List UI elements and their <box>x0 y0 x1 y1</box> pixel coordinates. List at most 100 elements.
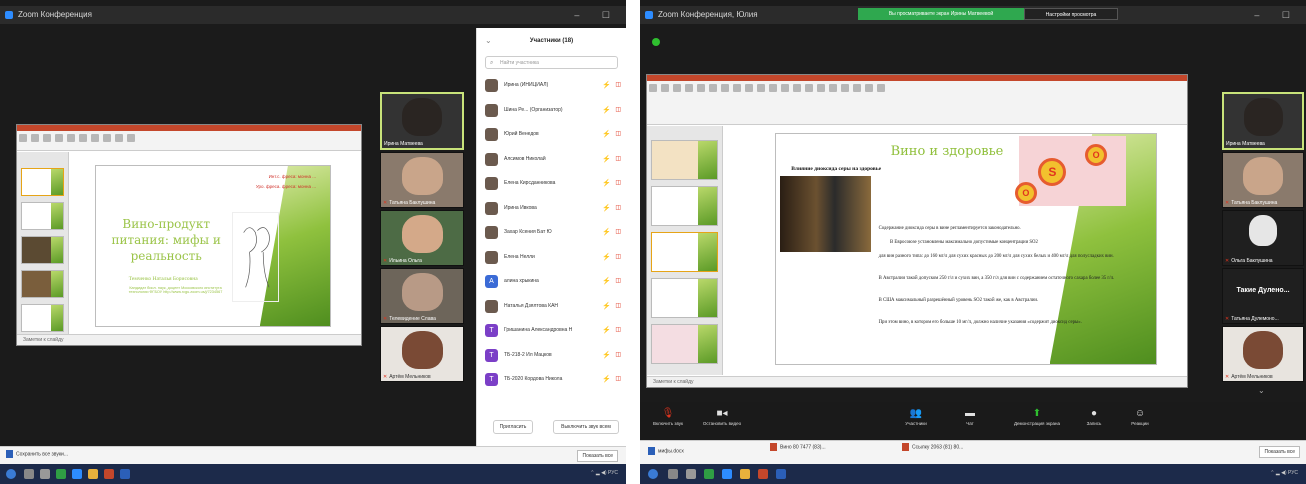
video-tile[interactable]: Такие Дулено... ✕ Татьяна Дулемоно... <box>1222 268 1304 324</box>
video-off-icon[interactable]: ◫ <box>615 326 621 333</box>
video-tile[interactable]: ✕ Артём Мельников <box>380 326 464 382</box>
mic-muted-icon[interactable]: ⚡ <box>602 277 611 285</box>
video-off-icon[interactable]: ◫ <box>615 253 621 260</box>
thumbnail[interactable] <box>21 270 64 298</box>
video-off-icon[interactable]: ◫ <box>615 277 621 284</box>
mic-muted-icon[interactable]: ⚡ <box>602 81 611 89</box>
show-all-downloads-button[interactable]: Показать все <box>577 450 618 462</box>
mic-muted-icon[interactable]: ⚡ <box>602 179 611 187</box>
thumbnail[interactable] <box>21 202 64 230</box>
invite-button[interactable]: Пригласить <box>493 420 533 434</box>
search-icon[interactable] <box>24 469 34 479</box>
zoom-icon[interactable] <box>722 469 732 479</box>
mic-muted-icon[interactable]: ⚡ <box>602 351 611 359</box>
ppt-ribbon[interactable] <box>17 131 361 151</box>
video-off-icon[interactable]: ◫ <box>615 179 621 186</box>
participant-row[interactable]: Т ТБ-2020 Кордова Никола ⚡ ◫ <box>477 367 626 392</box>
mic-muted-icon[interactable]: ⚡ <box>602 130 611 138</box>
participant-row[interactable]: Наталья Дзялтова КАН ⚡ ◫ <box>477 294 626 319</box>
video-off-icon[interactable]: ◫ <box>615 106 621 113</box>
participant-row[interactable]: Т ТБ-218-2 Ил Мацков ⚡ ◫ <box>477 343 626 368</box>
powerpoint-icon[interactable] <box>104 469 114 479</box>
thumbnail[interactable] <box>651 140 718 180</box>
participant-row[interactable]: Захар Ксения Бат Ю ⚡ ◫ <box>477 220 626 245</box>
mic-muted-icon[interactable]: ⚡ <box>602 155 611 163</box>
word-icon[interactable] <box>776 469 786 479</box>
window-controls[interactable]: – ☐ <box>1254 6 1300 24</box>
ppt-ribbon[interactable] <box>647 81 1187 125</box>
video-tile[interactable]: ✕ Ольга Баклушина <box>1222 210 1304 266</box>
taskview-icon[interactable] <box>40 469 50 479</box>
video-off-icon[interactable]: ◫ <box>615 204 621 211</box>
mic-muted-icon[interactable]: ⚡ <box>602 106 611 114</box>
record-button[interactable]: ● Запись <box>1070 408 1118 426</box>
thumbnail[interactable] <box>651 278 718 318</box>
video-off-icon[interactable]: ◫ <box>615 375 621 382</box>
security-shield-icon[interactable] <box>652 38 660 46</box>
mic-muted-icon[interactable]: ⚡ <box>602 253 611 261</box>
participants-search-input[interactable]: ⌕ Найти участника <box>485 56 618 69</box>
start-icon[interactable] <box>6 469 16 479</box>
start-icon[interactable] <box>648 469 658 479</box>
thumbnail[interactable] <box>651 186 718 226</box>
slide-thumbnails[interactable] <box>647 126 723 375</box>
mute-all-button[interactable]: Выключить звук всем <box>553 420 619 434</box>
system-tray[interactable]: ⌃ ▂ ◀) РУС <box>1270 470 1298 476</box>
chrome-icon[interactable] <box>704 469 714 479</box>
share-screen-button[interactable]: ⬆ Демонстрация экрана <box>1008 408 1066 426</box>
video-tile[interactable]: Ирина Матвеева <box>380 92 464 150</box>
video-off-icon[interactable]: ◫ <box>615 81 621 88</box>
video-tile[interactable]: ✕ Ильина Ольга <box>380 210 464 266</box>
mic-muted-icon[interactable]: ⚡ <box>602 375 611 383</box>
video-tile[interactable]: ✕ Татьяна Баклушина <box>1222 152 1304 208</box>
window-controls[interactable]: – ☐ <box>574 6 620 24</box>
taskview-icon[interactable] <box>686 469 696 479</box>
search-icon[interactable] <box>668 469 678 479</box>
video-off-icon[interactable]: ◫ <box>615 302 621 309</box>
participant-row[interactable]: Елена Кирсданникова ⚡ ◫ <box>477 171 626 196</box>
video-tile[interactable]: ✕ Татьяна Баклушина <box>380 152 464 208</box>
video-off-icon[interactable]: ◫ <box>615 228 621 235</box>
video-off-icon[interactable]: ◫ <box>615 130 621 137</box>
chat-button[interactable]: ▬ Чат <box>946 408 994 426</box>
mic-muted-icon[interactable]: ⚡ <box>602 228 611 236</box>
thumbnail[interactable] <box>21 304 64 332</box>
view-options-button[interactable]: Настройки просмотра <box>1024 8 1118 20</box>
participant-row[interactable]: Т Гришанина Александровна Н ⚡ ◫ <box>477 318 626 343</box>
reactions-button[interactable]: ☺ Реакции <box>1116 408 1164 426</box>
participant-row[interactable]: Юрий Венедов ⚡ ◫ <box>477 122 626 147</box>
thumbnail[interactable] <box>21 236 64 264</box>
system-tray[interactable]: ⌃ ▂ ◀) РУС <box>590 470 618 476</box>
video-tile[interactable]: ✕ Телевидение Слава <box>380 268 464 324</box>
download-item[interactable]: Вино 80 7477 (83)... <box>770 443 826 451</box>
word-icon[interactable] <box>120 469 130 479</box>
participant-row[interactable]: Ирина (ИНИЦИАЛ) ⚡ ◫ <box>477 73 626 98</box>
download-item[interactable]: мифы.docx <box>648 447 684 455</box>
thumbnail[interactable] <box>651 324 718 364</box>
participant-row[interactable]: Аалина хрыкина ⚡ ◫ <box>477 269 626 294</box>
slide-notes[interactable]: Заметки к слайду <box>17 334 361 345</box>
video-tile[interactable]: Ирина Матвеева <box>1222 92 1304 150</box>
powerpoint-icon[interactable] <box>758 469 768 479</box>
download-item[interactable]: Ссылку 2063 (81) 80... <box>902 443 963 451</box>
mic-muted-icon[interactable]: ⚡ <box>602 326 611 334</box>
explorer-icon[interactable] <box>740 469 750 479</box>
chevron-down-icon[interactable]: ⌄ <box>1258 386 1265 395</box>
chevron-down-icon[interactable]: ⌄ <box>485 36 492 45</box>
video-off-icon[interactable]: ◫ <box>615 351 621 358</box>
participants-button[interactable]: 👥 Участники <box>892 408 940 426</box>
chrome-icon[interactable] <box>56 469 66 479</box>
unmute-button[interactable]: 🎙 Включить звук <box>644 408 692 426</box>
participant-row[interactable]: Шина Ре... (Организатор) ⚡ ◫ <box>477 98 626 123</box>
participant-row[interactable]: Алсимов Николай ⚡ ◫ <box>477 147 626 172</box>
stop-video-button[interactable]: ■◂ Остановить видео <box>698 408 746 426</box>
participant-row[interactable]: Елена Нелли ⚡ ◫ <box>477 245 626 270</box>
participant-row[interactable]: Ирина Ивкова ⚡ ◫ <box>477 196 626 221</box>
explorer-icon[interactable] <box>88 469 98 479</box>
video-off-icon[interactable]: ◫ <box>615 155 621 162</box>
zoom-icon[interactable] <box>72 469 82 479</box>
thumbnail[interactable] <box>651 232 718 272</box>
download-item[interactable]: Сохранить все звуки... <box>6 450 68 458</box>
slide-notes[interactable]: Заметки к слайду <box>647 376 1187 387</box>
video-tile[interactable]: ✕ Артём Мельников <box>1222 326 1304 382</box>
